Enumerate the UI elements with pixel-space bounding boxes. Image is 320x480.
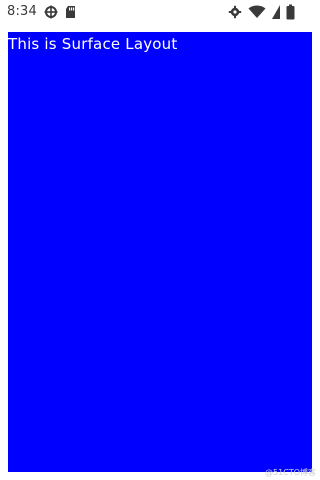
surface-layout: This is Surface Layout — [8, 32, 312, 472]
surface-label: This is Surface Layout — [8, 35, 178, 53]
sd-card-icon — [64, 5, 78, 19]
watermark: @51CTO博客 — [265, 468, 316, 477]
status-bar: 8:34 — [0, 0, 320, 24]
settings-gear-icon — [228, 5, 242, 19]
crosshair-circle-icon — [44, 5, 58, 19]
wifi-icon — [248, 5, 266, 19]
battery-icon — [286, 4, 295, 20]
wifi-signal-icon — [271, 4, 281, 20]
status-time: 8:34 — [7, 4, 37, 19]
